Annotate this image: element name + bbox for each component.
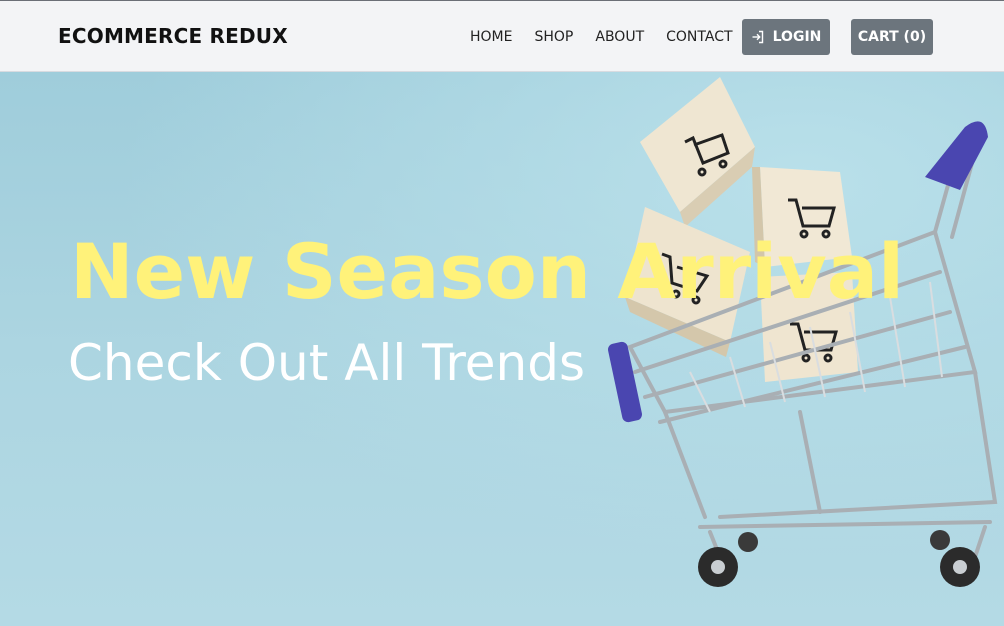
nav-link-shop[interactable]: SHOP <box>534 29 573 45</box>
nav-links: HOME SHOP ABOUT CONTACT <box>470 29 755 45</box>
hero-banner: New Season Arrival Check Out All Trends <box>0 72 1004 626</box>
login-button[interactable]: LOGIN <box>742 19 830 55</box>
shopping-cart-with-boxes-icon <box>608 77 998 587</box>
login-icon <box>751 30 765 44</box>
navbar: ECOMMERCE REDUX HOME SHOP ABOUT CONTACT … <box>0 0 1004 72</box>
nav-link-home[interactable]: HOME <box>470 29 512 45</box>
cart-button[interactable]: CART (0) <box>851 19 933 55</box>
hero-subtitle: Check Out All Trends <box>68 334 586 392</box>
login-label: LOGIN <box>772 29 822 45</box>
hero-title: New Season Arrival <box>70 227 905 316</box>
nav-link-about[interactable]: ABOUT <box>595 29 644 45</box>
brand-logo[interactable]: ECOMMERCE REDUX <box>58 24 288 48</box>
nav-link-contact[interactable]: CONTACT <box>666 29 732 45</box>
